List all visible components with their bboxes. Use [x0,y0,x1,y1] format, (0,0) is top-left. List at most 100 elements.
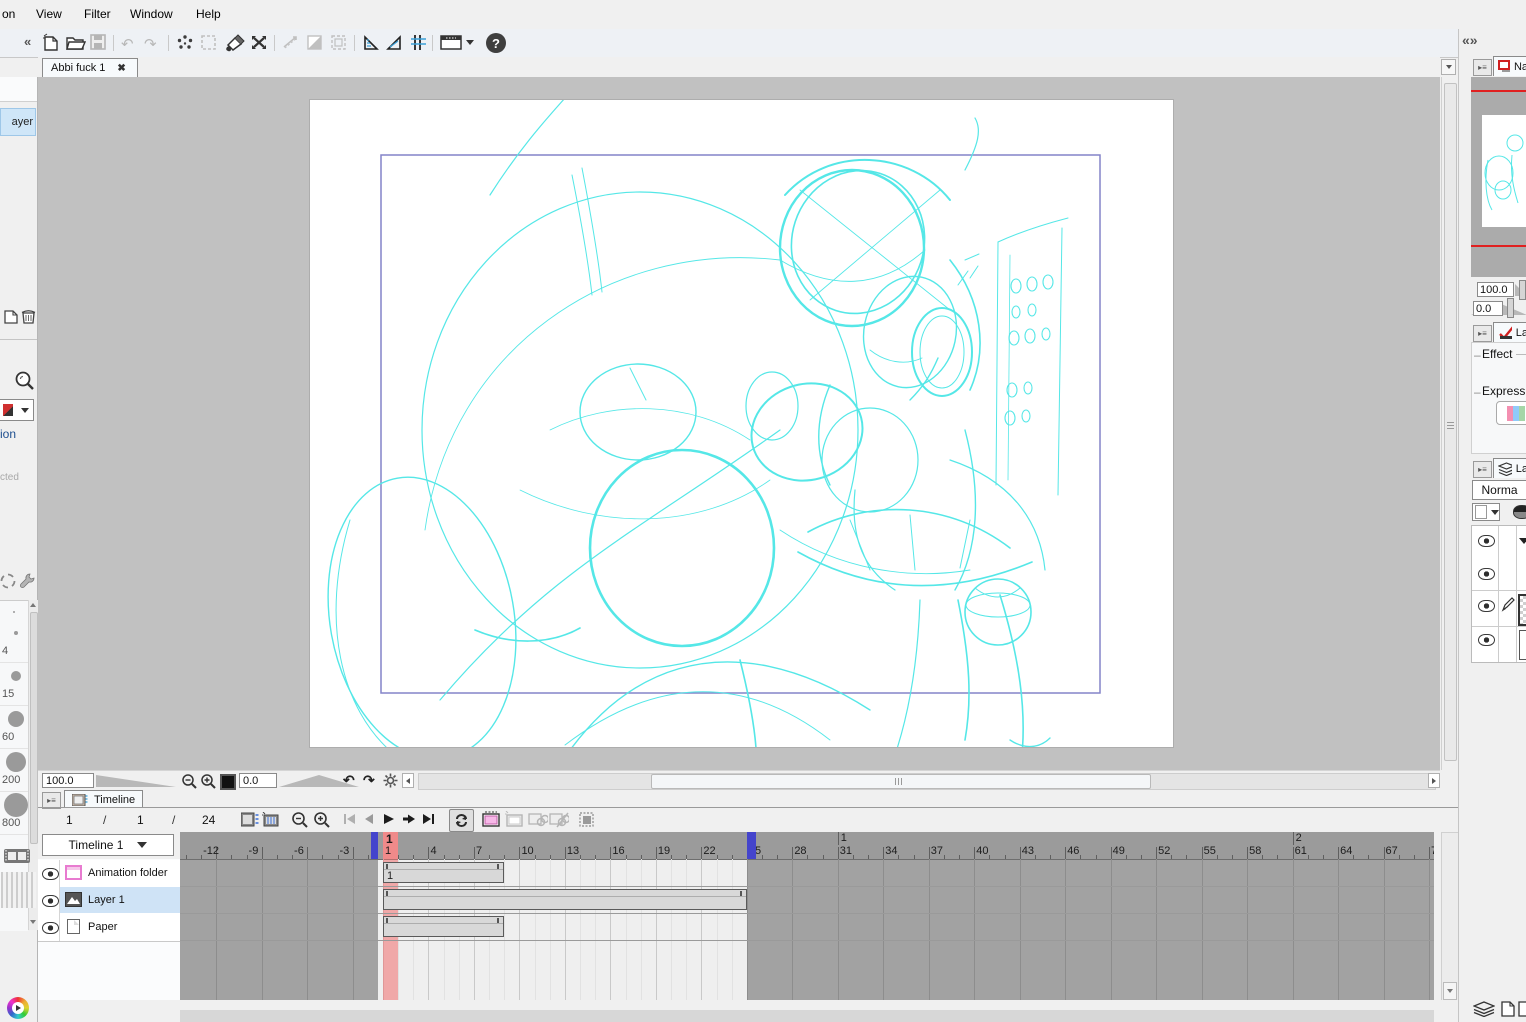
layer-thumbnail-selected[interactable] [1518,594,1526,626]
transform-icon[interactable] [249,33,269,52]
go-first-frame-icon[interactable] [343,813,356,825]
prev-frame-icon[interactable] [362,813,375,825]
canvas-vertical-scrollbar[interactable] [1441,77,1458,770]
collapse-expand-icons[interactable]: «» [1462,32,1478,48]
frame-border-icon[interactable] [330,34,348,51]
layers-stack-icon[interactable] [1473,1001,1495,1017]
capture-dropdown-icon[interactable] [466,40,474,45]
document-tab[interactable]: Abbi fuck 1 ✖ [42,58,138,77]
timeline-current-frame[interactable]: 1 [137,813,144,827]
canvas-horizontal-scrollbar[interactable] [418,773,1436,790]
brush-preset-dropdown[interactable] [0,399,34,421]
undo-icon[interactable]: ↶ [121,35,134,53]
timeline-selector[interactable]: Timeline 1 [42,834,174,856]
go-last-frame-icon[interactable] [422,813,435,825]
layer-visible-icon[interactable] [42,868,59,880]
brush-size-item[interactable]: 800 [0,791,28,835]
canvas-rotation-value[interactable]: 0.0 [239,773,277,788]
unlink-cels-icon[interactable] [549,811,569,828]
layer-visible-icon[interactable] [1478,568,1495,580]
special-ruler-snap-icon[interactable] [385,34,404,52]
select-area-icon[interactable] [200,34,217,51]
layer-panel-menu-icon[interactable]: ▸≡ [1473,461,1492,478]
timeline-start-frame[interactable]: 1 [66,813,73,827]
menu-view[interactable]: View [36,7,62,21]
new-animation-folder-icon[interactable] [505,811,525,828]
new-timeline-icon[interactable] [262,812,280,827]
canvas-document[interactable] [310,100,1173,747]
rotate-cw-icon[interactable]: ↷ [363,772,375,789]
menu-help[interactable]: Help [196,7,221,21]
close-tab-icon[interactable]: ✖ [117,63,125,74]
tool-property-search-icon[interactable] [14,370,35,391]
fit-to-screen-icon[interactable] [220,774,236,790]
loop-play-button[interactable] [449,809,474,832]
new-item-icon[interactable] [3,309,19,325]
timeline-fps[interactable]: 24 [202,813,215,827]
next-frame-icon[interactable] [401,813,416,825]
canvas-viewport[interactable] [38,77,1440,770]
timeline-zoom-out-icon[interactable] [291,811,308,828]
film-strip-icon[interactable] [4,847,30,865]
deselect-icon[interactable] [176,34,194,52]
brush-size-item[interactable]: 15 [0,662,28,706]
timeline-tab[interactable]: Timeline [64,790,144,808]
navigator-zoom-handle[interactable] [1519,280,1526,300]
menu-window[interactable]: Window [130,7,173,21]
brush-size-dot-tiny[interactable] [13,611,15,613]
timeline-clip-bar[interactable]: 1 [383,862,505,883]
scroll-left-button[interactable] [402,773,414,788]
timeline-vertical-scrollbar[interactable] [1441,832,1458,1000]
zoom-in-icon[interactable] [200,773,216,789]
timeline-settings-icon[interactable] [241,812,259,827]
playback-start-marker[interactable] [371,832,378,859]
layer-visible-icon[interactable] [1478,634,1495,646]
save-icon[interactable] [90,34,106,50]
layer-visible-icon[interactable] [1478,600,1495,612]
layer-visible-icon[interactable] [42,895,59,907]
redo-icon[interactable]: ↷ [144,35,157,53]
brush-size-item[interactable]: 60 [0,705,28,749]
sidebar-item-layer-partial[interactable]: ayer [0,108,36,136]
navigator-zoom-field[interactable]: 100.0 [1477,282,1514,297]
collapse-toolbar-icon[interactable]: « [24,34,31,49]
navigator-preview[interactable] [1471,77,1526,277]
expression-color-button[interactable] [1496,401,1526,425]
scroll-down-icon[interactable] [1447,989,1453,993]
tab-list-dropdown[interactable] [1441,59,1456,75]
timeline-grid[interactable]: -12-9-6-31471013161922252831343740434649… [180,832,1434,1000]
navigator-rotation-handle[interactable] [1507,298,1514,318]
blend-mode-dropdown[interactable]: Norma [1472,480,1526,500]
opacity-tool-icon[interactable] [1513,505,1526,519]
timeline-clip-bar[interactable] [383,916,505,937]
navigator-rotation-field[interactable]: 0.0 [1473,301,1503,316]
new-layer-icon[interactable] [1501,1001,1516,1017]
menu-animation-truncated[interactable]: on [2,7,15,21]
shade-icon[interactable] [306,34,324,51]
canvas-zoom-value[interactable]: 100.0 [42,773,94,788]
scroll-down-icon[interactable] [30,920,36,924]
layer-panel-tab[interactable]: La [1493,458,1526,478]
fill-tool-icon[interactable] [224,33,246,52]
zoom-out-icon[interactable] [181,773,197,789]
open-file-icon[interactable] [65,34,86,51]
timeline-zoom-in-icon[interactable] [313,811,330,828]
canvas-hscroll-thumb[interactable] [651,774,1151,789]
window-capture-icon[interactable] [440,34,464,51]
spinner-settings-icon[interactable] [0,573,16,589]
onion-skin-icon[interactable] [578,811,596,828]
help-icon[interactable]: ? [486,33,506,53]
navigator-panel-menu-icon[interactable]: ▸≡ [1473,59,1492,76]
layer-property-panel-menu-icon[interactable]: ▸≡ [1473,325,1492,342]
link-cels-icon[interactable] [528,811,548,828]
timeline-horizontal-scrollbar[interactable] [180,1010,1434,1022]
canvas-zoom-slider[interactable] [96,775,176,787]
new-file-icon[interactable] [42,33,60,52]
brush-size-item[interactable]: 200 [0,748,28,792]
timeline-track-row[interactable]: Layer 1 [38,887,180,915]
new-folder-icon[interactable] [1518,1001,1526,1017]
rotate-ccw-icon[interactable]: ↶ [343,772,355,789]
delete-trash-icon[interactable] [20,308,37,325]
play-icon[interactable] [382,813,395,825]
brush-size-item[interactable]: 4 [0,619,28,663]
